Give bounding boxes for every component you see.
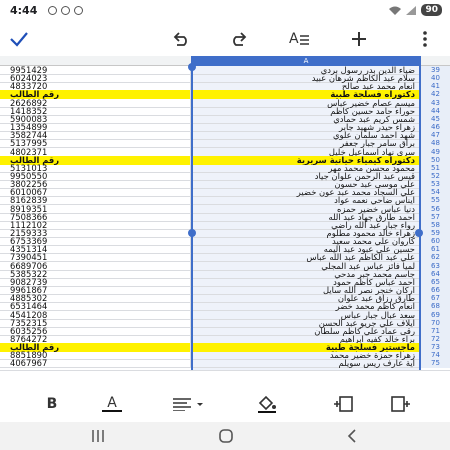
selection-handle-right[interactable] — [415, 229, 423, 237]
text-color-button[interactable]: A — [100, 393, 124, 415]
notification-icon — [61, 6, 70, 15]
system-status: 90 — [389, 4, 442, 16]
wifi-icon — [389, 6, 402, 15]
bold-button[interactable]: B — [42, 393, 62, 415]
row-number[interactable]: 75 — [421, 359, 450, 369]
notification-icon — [48, 6, 57, 15]
text-color-underline — [102, 410, 122, 412]
status-time: 4:44 — [10, 4, 38, 17]
fill-color-icon — [258, 395, 276, 413]
done-check-icon[interactable] — [6, 27, 32, 51]
student-name-cell[interactable]: اية عارف ريس سويلم — [191, 359, 421, 369]
more-vertical-icon[interactable] — [412, 27, 438, 51]
home-icon[interactable] — [216, 428, 236, 444]
battery-icon: 90 — [421, 4, 442, 16]
system-nav-bar — [0, 422, 450, 450]
insert-row-icon — [334, 396, 353, 412]
svg-text:A: A — [289, 31, 299, 47]
selection-border-left — [191, 66, 193, 370]
recent-apps-icon[interactable] — [88, 428, 108, 444]
column-header-a[interactable]: A — [191, 56, 421, 66]
align-button[interactable] — [168, 393, 208, 415]
insert-column-button[interactable] — [388, 393, 414, 415]
undo-icon[interactable] — [168, 27, 194, 51]
insert-plus-icon[interactable] — [346, 27, 372, 51]
notification-icon — [74, 6, 83, 15]
back-icon[interactable] — [342, 428, 362, 444]
column-header-row: A — [0, 56, 450, 66]
text-format-icon[interactable]: A — [286, 27, 312, 51]
insert-row-button[interactable] — [330, 393, 356, 415]
selection-border-right — [419, 66, 421, 370]
status-bar: 4:44 90 — [0, 0, 450, 22]
text-color-icon: A — [107, 395, 117, 411]
redo-icon[interactable] — [226, 27, 252, 51]
student-number-cell[interactable]: 4067967 — [0, 359, 191, 369]
format-bar: B A — [0, 370, 450, 422]
fill-color-button[interactable] — [252, 393, 282, 415]
selection-handle-left[interactable] — [188, 229, 196, 237]
spreadsheet-grid[interactable]: A 9951429 ضياء الدين بدر رسول بردي 39 60240… — [0, 56, 450, 370]
notification-icons — [48, 6, 83, 15]
table-row: 4067967 اية عارف ريس سويلم 75 — [0, 359, 450, 369]
bold-icon: B — [46, 396, 58, 412]
insert-column-icon — [391, 396, 410, 412]
signal-icon — [406, 5, 417, 15]
selection-handle-top[interactable] — [188, 63, 196, 71]
editor-toolbar: A — [0, 22, 450, 56]
align-left-icon — [173, 398, 203, 411]
